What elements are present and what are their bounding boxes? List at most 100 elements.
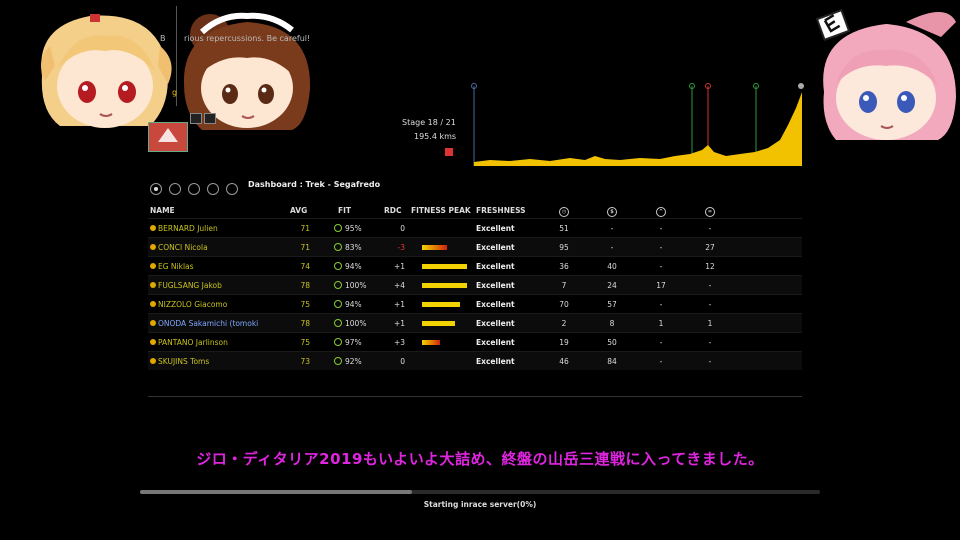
rider-rdc: 0 <box>400 357 405 366</box>
stage-label: Stage 18 / 21 <box>402 118 456 127</box>
stage-flag-icon[interactable] <box>445 148 453 156</box>
dollar-icon: $ <box>607 207 617 217</box>
warning-prefix: B <box>160 34 166 43</box>
rider-stat-money: 8 <box>609 319 615 328</box>
rider-name[interactable]: EG Niklas <box>158 262 194 271</box>
rider-stat-flat: - <box>708 224 712 233</box>
rider-info-icon[interactable] <box>150 358 156 364</box>
rider-stat-clock: 95 <box>559 243 569 252</box>
rider-freshness: Excellent <box>476 338 515 347</box>
rider-info-icon[interactable] <box>150 225 156 231</box>
rider-fit: 92% <box>345 357 362 366</box>
team-logo <box>148 122 188 152</box>
rider-freshness: Excellent <box>476 319 515 328</box>
rider-stat-money: 57 <box>607 300 617 309</box>
rider-stat-flat: 12 <box>705 262 715 271</box>
col-fit[interactable]: FIT <box>338 206 351 215</box>
rider-name[interactable]: PANTANO Jarlinson <box>158 338 228 347</box>
col-money[interactable]: $ <box>607 206 617 217</box>
rider-info-icon[interactable] <box>150 301 156 307</box>
table-row[interactable]: NIZZOLO Giacomo 75 94% +1 Excellent 70 57 - - <box>148 294 802 313</box>
yellow-mark: g <box>172 88 178 97</box>
dashboard-dot-5[interactable] <box>226 182 238 195</box>
table-row[interactable]: ONODA Sakamichi (tomoki 78 100% +1 Excellent… <box>148 313 802 332</box>
fitness-ring-icon <box>334 319 342 327</box>
stage-profile-chart <box>471 83 804 166</box>
fitness-ring-icon <box>334 262 342 270</box>
col-flat[interactable]: = <box>705 206 715 217</box>
rider-name[interactable]: NIZZOLO Giacomo <box>158 300 227 309</box>
rider-stat-money: - <box>610 243 614 252</box>
flag-icon[interactable] <box>190 113 202 124</box>
table-row[interactable]: FUGLSANG Jakob 78 100% +4 Excellent 7 24 17 - <box>148 275 802 294</box>
rider-stat-flat: - <box>708 281 712 290</box>
rider-freshness: Excellent <box>476 243 515 252</box>
jersey-icon[interactable] <box>204 113 216 124</box>
rider-fit: 100% <box>345 319 367 328</box>
rider-stat-clock: 7 <box>561 281 567 290</box>
table-body: BERNARD Julien 71 95% 0 Excellent 51- - - CONCI … <box>148 218 802 370</box>
rider-stat-mountain: - <box>659 338 663 347</box>
table-row[interactable]: CONCI Nicola 71 83% -3 Excellent 95 - - 27 <box>148 237 802 256</box>
rider-stat-money: 50 <box>607 338 617 347</box>
rider-fit: 97% <box>345 338 362 347</box>
col-avg[interactable]: AVG <box>290 206 307 215</box>
fitness-ring-icon <box>334 300 342 308</box>
rider-info-icon[interactable] <box>150 339 156 345</box>
rider-name[interactable]: BERNARD Julien <box>158 224 218 233</box>
rider-stat-mountain: - <box>659 224 663 233</box>
avatar-blonde-girl-icon <box>41 14 172 128</box>
rider-stat-flat: - <box>708 338 712 347</box>
rider-stat-flat: 27 <box>705 243 715 252</box>
rider-stat-flat: - <box>708 300 712 309</box>
loading-progress-fill <box>140 490 412 494</box>
rider-stat-flat: 1 <box>707 319 713 328</box>
dashboard-dot-2[interactable] <box>169 182 181 195</box>
table-row[interactable]: BERNARD Julien 71 95% 0 Excellent 51 - - - <box>148 218 802 237</box>
table-row[interactable]: PANTANO Jarlinson 75 97% +3 Excellent 19 50 - - <box>148 332 802 351</box>
rider-stat-clock: 46 <box>559 357 569 366</box>
rider-rdc: 0 <box>400 224 405 233</box>
rider-avg: 71 <box>300 224 310 233</box>
rider-rdc: +4 <box>393 281 405 290</box>
rider-info-icon[interactable] <box>150 320 156 326</box>
rider-name[interactable]: SKUJINS Toms <box>158 357 209 366</box>
rider-name[interactable]: CONCI Nicola <box>158 243 208 252</box>
video-subtitle: ジロ・ディタリア2019もいよいよ大詰め、終盤の山岳三連戦に入ってきました。 <box>196 450 764 468</box>
rider-info-icon[interactable] <box>150 282 156 288</box>
rider-freshness: Excellent <box>476 300 515 309</box>
col-rdc[interactable]: RDC <box>384 206 402 215</box>
fitness-peak-bar <box>422 302 460 307</box>
dashboard-dot-4[interactable] <box>207 182 219 195</box>
table-row[interactable]: SKUJINS Toms 73 92% 0 Excellent 46 84 - - <box>148 351 802 370</box>
rider-stat-money: - <box>610 224 614 233</box>
col-mountain[interactable]: ^ <box>656 206 666 217</box>
rider-name[interactable]: FUGLSANG Jakob <box>158 281 222 290</box>
rider-info-icon[interactable] <box>150 244 156 250</box>
col-freshness[interactable]: FRESHNESS <box>476 206 526 215</box>
rider-avg: 71 <box>300 243 310 252</box>
rider-stat-mountain: - <box>659 243 663 252</box>
rider-stat-clock: 36 <box>559 262 569 271</box>
rider-avg: 78 <box>300 319 310 328</box>
rider-rdc: +1 <box>393 262 405 271</box>
profile-area <box>474 92 802 166</box>
rider-fit: 95% <box>345 224 362 233</box>
col-fitness-peak[interactable]: FITNESS PEAK <box>411 206 471 215</box>
rider-name[interactable]: ONODA Sakamichi (tomoki <box>158 319 258 328</box>
rider-stat-clock: 51 <box>559 224 569 233</box>
mini-icons <box>190 113 218 124</box>
table-row[interactable]: EG Niklas 74 94% +1 Excellent 36 40 - 12 <box>148 256 802 275</box>
finish-marker-icon <box>798 83 804 89</box>
col-name[interactable]: NAME <box>150 206 175 215</box>
rider-stat-money: 84 <box>607 357 617 366</box>
rider-stat-clock: 2 <box>561 319 567 328</box>
rider-info-icon[interactable] <box>150 263 156 269</box>
fitness-peak-bar <box>422 264 467 269</box>
rider-table: NAME AVG FIT RDC FITNESS PEAK FRESHNESS … <box>148 202 802 370</box>
fitness-ring-icon <box>334 224 342 232</box>
dashboard-dot-1[interactable] <box>150 182 162 195</box>
dashboard-dot-3[interactable] <box>188 182 200 195</box>
fitness-peak-bar <box>422 321 455 326</box>
col-clock[interactable]: ◷ <box>559 206 569 217</box>
